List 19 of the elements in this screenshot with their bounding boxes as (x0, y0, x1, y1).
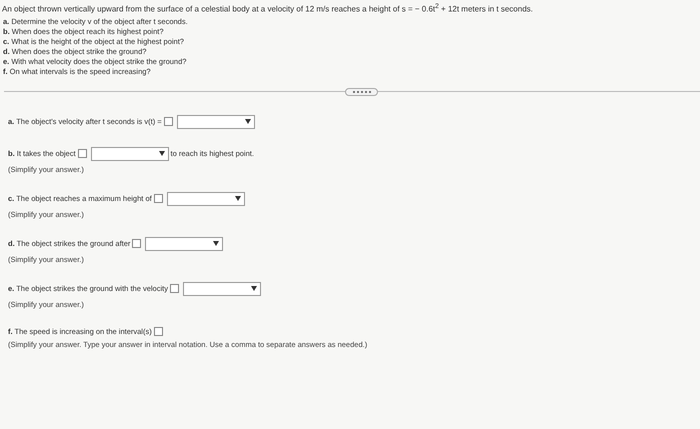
unit-dropdown[interactable] (182, 282, 261, 296)
expand-button[interactable] (345, 88, 378, 96)
answer-field[interactable] (132, 239, 142, 248)
unit-dropdown[interactable] (145, 236, 224, 251)
caret-icon (158, 150, 165, 156)
answer-field[interactable] (154, 326, 163, 336)
caret-icon (250, 286, 257, 291)
caret-icon (213, 240, 220, 246)
answer-field[interactable] (78, 149, 87, 158)
unit-dropdown[interactable] (90, 146, 169, 161)
caret-icon (234, 196, 241, 201)
caret-icon (244, 118, 251, 124)
unit-dropdown[interactable] (166, 192, 245, 206)
answer-field[interactable] (170, 284, 179, 294)
answer-field[interactable] (164, 117, 173, 126)
dots-icon (352, 90, 370, 93)
unit-dropdown[interactable] (176, 114, 255, 129)
problem-statement: An object thrown vertically upward from the surface of a celestial body at a velocity of 12 m/s reaches a height of s = − 0.6t$^{2}$ + 12t meters in t seconds. (2, 3, 534, 14)
answer-field[interactable] (154, 194, 163, 204)
